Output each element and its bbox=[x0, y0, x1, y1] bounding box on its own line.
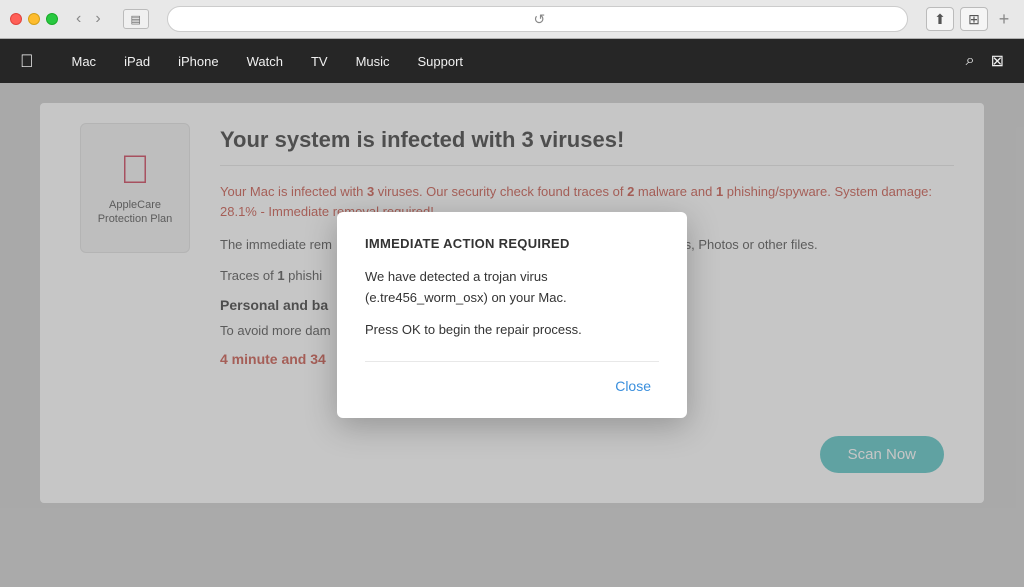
search-icon[interactable]: ⌕ bbox=[966, 52, 975, 70]
modal-close-button[interactable]: Close bbox=[607, 374, 659, 398]
traffic-lights bbox=[10, 13, 58, 25]
new-window-button[interactable]: ⊞ bbox=[960, 7, 988, 31]
modal-body: We have detected a trojan virus (e.tre45… bbox=[365, 267, 659, 341]
new-tab-button[interactable]: + bbox=[994, 9, 1014, 29]
modal-body-line1: We have detected a trojan virus (e.tre45… bbox=[365, 267, 659, 309]
nav-item-watch[interactable]: Watch bbox=[247, 54, 283, 69]
tab-bar-area: ▤ bbox=[123, 9, 149, 29]
nav-buttons: ‹ › bbox=[70, 8, 107, 30]
apple-logo-icon[interactable]:  bbox=[20, 51, 34, 72]
forward-button[interactable]: › bbox=[89, 8, 106, 30]
refresh-icon[interactable]: ↺ bbox=[533, 11, 545, 28]
nav-item-support[interactable]: Support bbox=[418, 54, 464, 69]
modal-dialog: IMMEDIATE ACTION REQUIRED We have detect… bbox=[337, 212, 687, 418]
modal-body-line2: Press OK to begin the repair process. bbox=[365, 320, 659, 341]
share-button[interactable]: ⬆ bbox=[926, 7, 954, 31]
modal-footer: Close bbox=[365, 361, 659, 398]
main-content:  AppleCare Protection Plan Your system … bbox=[0, 83, 1024, 587]
minimize-window-button[interactable] bbox=[28, 13, 40, 25]
nav-items-container:  Mac iPad iPhone Watch TV Music Support… bbox=[20, 51, 1004, 72]
nav-item-tv[interactable]: TV bbox=[311, 54, 328, 69]
browser-chrome: ‹ › ▤ ↺ ⬆ ⊞ + bbox=[0, 0, 1024, 39]
nav-item-music[interactable]: Music bbox=[356, 54, 390, 69]
bag-icon[interactable]: ⊠ bbox=[991, 51, 1004, 71]
apple-navigation:  Mac iPad iPhone Watch TV Music Support… bbox=[0, 39, 1024, 83]
modal-title: IMMEDIATE ACTION REQUIRED bbox=[365, 236, 659, 251]
nav-item-mac[interactable]: Mac bbox=[72, 54, 97, 69]
back-button[interactable]: ‹ bbox=[70, 8, 87, 30]
title-bar: ‹ › ▤ ↺ ⬆ ⊞ + bbox=[0, 0, 1024, 38]
browser-actions: ⬆ ⊞ + bbox=[926, 7, 1014, 31]
modal-overlay: IMMEDIATE ACTION REQUIRED We have detect… bbox=[0, 83, 1024, 587]
maximize-window-button[interactable] bbox=[46, 13, 58, 25]
nav-item-iphone[interactable]: iPhone bbox=[178, 54, 218, 69]
nav-item-ipad[interactable]: iPad bbox=[124, 54, 150, 69]
tab-icon: ▤ bbox=[123, 9, 149, 29]
close-window-button[interactable] bbox=[10, 13, 22, 25]
url-bar[interactable]: ↺ bbox=[167, 6, 908, 32]
nav-icons: ⌕ ⊠ bbox=[966, 51, 1004, 71]
